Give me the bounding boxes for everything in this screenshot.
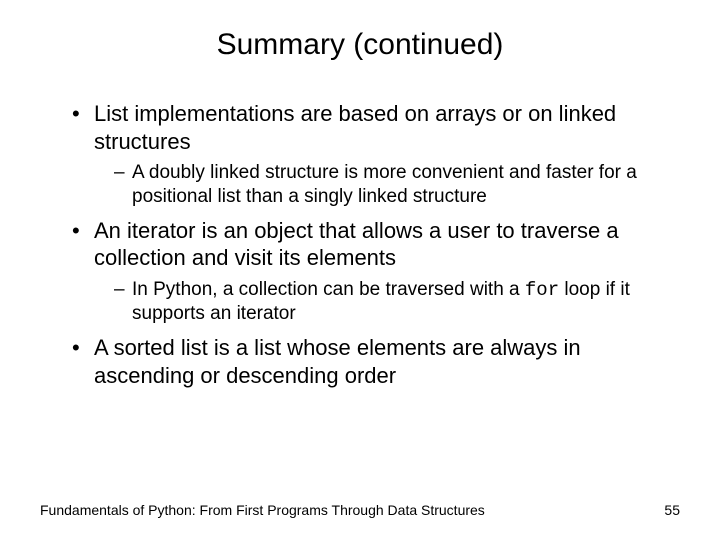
sub-item: A doubly linked structure is more conven… (114, 161, 680, 209)
page-number: 55 (664, 502, 680, 518)
sub-list: In Python, a collection can be traversed… (94, 278, 680, 327)
bullet-item: A sorted list is a list whose elements a… (72, 334, 680, 389)
bullet-list: List implementations are based on arrays… (40, 100, 680, 389)
sub-text-prefix: In Python, a collection can be traversed… (132, 279, 525, 300)
sub-text: A doubly linked structure is more conven… (132, 162, 637, 207)
footer-left: Fundamentals of Python: From First Progr… (40, 502, 485, 518)
bullet-item: List implementations are based on arrays… (72, 100, 680, 209)
bullet-text: A sorted list is a list whose elements a… (94, 335, 581, 388)
bullet-text: List implementations are based on arrays… (94, 101, 616, 154)
sub-list: A doubly linked structure is more conven… (94, 161, 680, 209)
sub-item: In Python, a collection can be traversed… (114, 278, 680, 327)
bullet-text: An iterator is an object that allows a u… (94, 218, 619, 271)
bullet-item: An iterator is an object that allows a u… (72, 217, 680, 327)
slide-footer: Fundamentals of Python: From First Progr… (40, 502, 680, 518)
slide-title: Summary (continued) (40, 28, 680, 62)
code-keyword: for (525, 279, 559, 301)
